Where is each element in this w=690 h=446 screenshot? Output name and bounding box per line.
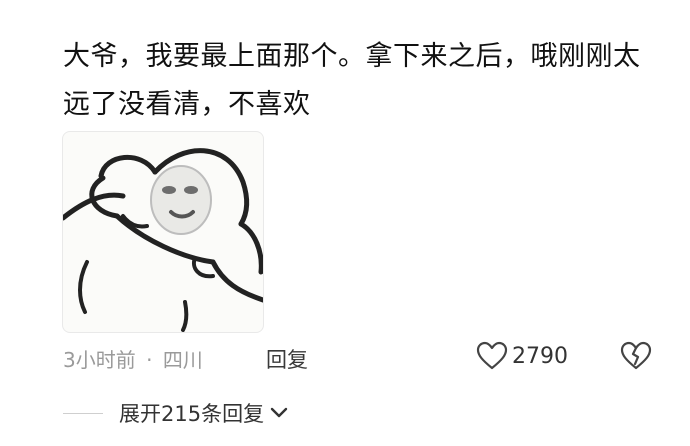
broken-heart-icon — [620, 341, 652, 370]
comment-sticker-image[interactable] — [62, 131, 264, 333]
comment-time: 3小时前 — [63, 348, 136, 372]
comment-location: 四川 — [162, 348, 203, 372]
comment-text: 大爷，我要最上面那个。拿下来之后，哦刚刚太远了没看清，不喜欢 — [63, 41, 641, 120]
heart-icon — [476, 341, 508, 370]
like-count: 2790 — [512, 343, 568, 369]
expand-replies-button[interactable]: 展开215条回复 — [63, 398, 288, 428]
sticker-drawing — [63, 148, 263, 332]
dislike-button[interactable] — [620, 341, 652, 375]
reply-button[interactable]: 回复 — [266, 344, 308, 374]
comment-meta: 3小时前 · 四川 — [63, 344, 203, 373]
meta-separator: · — [146, 348, 153, 372]
expand-replies-label: 展开215条回复 — [119, 402, 265, 426]
chevron-down-icon — [270, 407, 288, 418]
like-button[interactable]: 2790 — [476, 341, 568, 371]
expand-divider-line — [63, 412, 103, 414]
